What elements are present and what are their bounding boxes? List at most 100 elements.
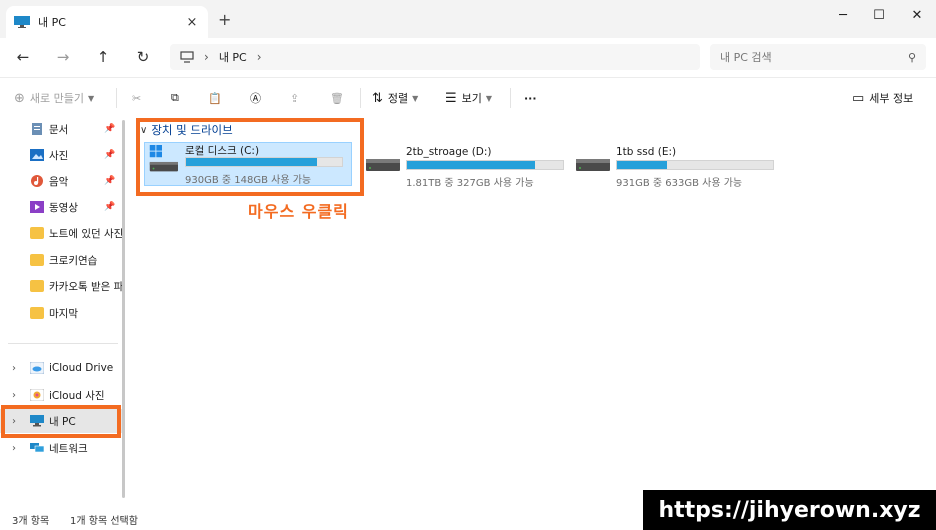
folder-icon [30,227,44,239]
forward-icon[interactable]: → [52,47,74,67]
minimize-button[interactable]: ─ [828,6,858,26]
icloud-photos-icon [30,389,44,401]
new-button[interactable]: ⊕ 새로 만들기 ▼ [14,88,94,108]
drive-free-space: 1.81TB 중 327GB 사용 가능 [406,178,534,189]
toolbar-divider [510,88,511,108]
toolbar-divider [360,88,361,108]
chevron-right-icon[interactable]: › [12,390,16,401]
sidebar-item-music[interactable]: 음악 📌 [0,169,122,193]
sidebar-item-label: 음악 [49,175,69,188]
sidebar-item-icloud-drive[interactable]: › iCloud Drive [0,356,122,380]
sidebar-item-label: 크로키연습 [49,254,98,267]
watermark: https://jihyerown.xyz [643,490,936,530]
sidebar-item-label: iCloud Drive [49,362,114,374]
search-input[interactable] [720,50,908,64]
videos-icon [30,201,44,213]
close-button[interactable]: ✕ [902,6,932,26]
sidebar-divider [8,343,118,344]
cut-icon[interactable]: ✂ [132,88,141,108]
more-options-icon[interactable]: ··· [524,88,537,108]
drive-usage-bar [616,160,774,170]
sidebar-item-folder[interactable]: 마지막 [0,301,122,325]
sidebar-item-network[interactable]: › 네트워크 [0,436,122,460]
chevron-down-icon: ▼ [485,93,493,103]
share-icon[interactable]: ⇪ [290,88,299,108]
details-button[interactable]: ▭ 세부 정보 [852,88,913,108]
sidebar-item-videos[interactable]: 동영상 📌 [0,195,122,219]
pin-icon: 📌 [104,124,116,134]
sidebar-item-label: 노트에 있던 사진 [49,227,122,240]
sidebar-item-icloud-photos[interactable]: › iCloud 사진 [0,383,122,407]
plus-circle-icon: ⊕ [14,90,25,106]
sidebar-item-folder[interactable]: 카카오톡 받은 파일 [0,274,122,298]
sort-button[interactable]: ⇅ 정렬 ▼ [372,88,418,108]
view-label: 보기 [461,92,482,105]
tab-my-pc[interactable]: 내 PC × [6,6,208,38]
view-icon: ☰ [445,90,457,106]
hard-drive-icon [366,159,400,171]
view-button[interactable]: ☰ 보기 ▼ [445,88,492,108]
chevron-down-icon: ▼ [412,93,419,103]
pin-icon: 📌 [104,176,116,186]
search-box[interactable]: ⚲ [710,44,926,70]
pin-icon: 📌 [104,150,116,160]
pc-outline-icon [180,51,194,63]
address-bar[interactable]: › 내 PC › [170,44,700,70]
drive-name: 2tb_stroage (D:) [406,146,492,158]
sidebar-scrollbar[interactable] [122,120,125,498]
documents-icon [32,123,42,135]
drive-free-space: 931GB 중 633GB 사용 가능 [616,178,743,189]
toolbar-divider [116,88,117,108]
music-icon [31,175,43,187]
highlight-box-drive [136,118,364,196]
sort-icon: ⇅ [372,90,383,106]
icloud-icon [30,362,44,374]
title-bar: 내 PC × + ─ ☐ ✕ [0,0,936,38]
drive-item-e[interactable]: 1tb ssd (E:) 931GB 중 633GB 사용 가능 [576,146,784,190]
up-icon[interactable]: ↑ [92,47,114,67]
folder-icon [30,254,44,266]
details-pane-icon: ▭ [852,90,865,106]
refresh-icon[interactable]: ↻ [132,47,154,67]
maximize-button[interactable]: ☐ [864,6,894,26]
chevron-right-icon[interactable]: › [12,443,16,454]
pc-icon [14,16,30,28]
navigation-pane: 문서 📌 사진 📌 음악 📌 동영상 📌 노트에 있던 사진 크로키연습 카카오… [0,117,128,508]
sidebar-item-pictures[interactable]: 사진 📌 [0,143,122,167]
pictures-icon [30,149,44,161]
sidebar-item-folder[interactable]: 노트에 있던 사진 [0,221,122,245]
drive-usage-fill [407,161,535,169]
breadcrumb-separator: › [204,50,209,64]
sort-label: 정렬 [387,92,409,105]
network-icon [30,443,44,453]
breadcrumb-my-pc[interactable]: 내 PC [219,49,247,65]
details-label: 세부 정보 [869,92,914,105]
folder-icon [30,307,44,319]
paste-icon[interactable]: 📋 [208,88,222,108]
tab-close-icon[interactable]: × [184,15,200,30]
folder-icon [30,280,44,292]
pin-icon: 📌 [104,202,116,212]
chevron-right-icon[interactable]: › [12,363,16,374]
rename-icon[interactable]: Ⓐ [250,88,261,108]
copy-icon[interactable]: ⧉ [171,88,179,108]
delete-icon[interactable]: 🗑 [330,88,344,108]
selected-count: 1개 항목 선택함 [70,516,138,527]
drive-item-d[interactable]: 2tb_stroage (D:) 1.81TB 중 327GB 사용 가능 [366,146,574,190]
sidebar-item-label: 카카오톡 받은 파일 [49,280,122,293]
sidebar-item-label: 마지막 [49,307,78,320]
new-tab-icon[interactable]: + [218,12,231,28]
drive-usage-bar [406,160,564,170]
command-bar: ⊕ 새로 만들기 ▼ ✂ ⧉ 📋 Ⓐ ⇪ 🗑 ⇅ 정렬 ▼ ☰ 보기 ▼ ···… [0,77,936,117]
annotation-right-click: 마우스 우클릭 [248,202,349,221]
sidebar-item-label: 동영상 [49,201,78,214]
search-icon[interactable]: ⚲ [908,51,916,64]
hard-drive-icon [576,159,610,171]
new-label: 새로 만들기 [29,92,85,105]
sidebar-item-documents[interactable]: 문서 📌 [0,117,122,141]
breadcrumb-separator[interactable]: › [257,50,262,64]
highlight-box-my-pc [1,405,121,438]
back-icon[interactable]: ← [12,47,34,67]
sidebar-item-folder[interactable]: 크로키연습 [0,248,122,272]
sidebar-item-label: 네트워크 [49,442,88,455]
